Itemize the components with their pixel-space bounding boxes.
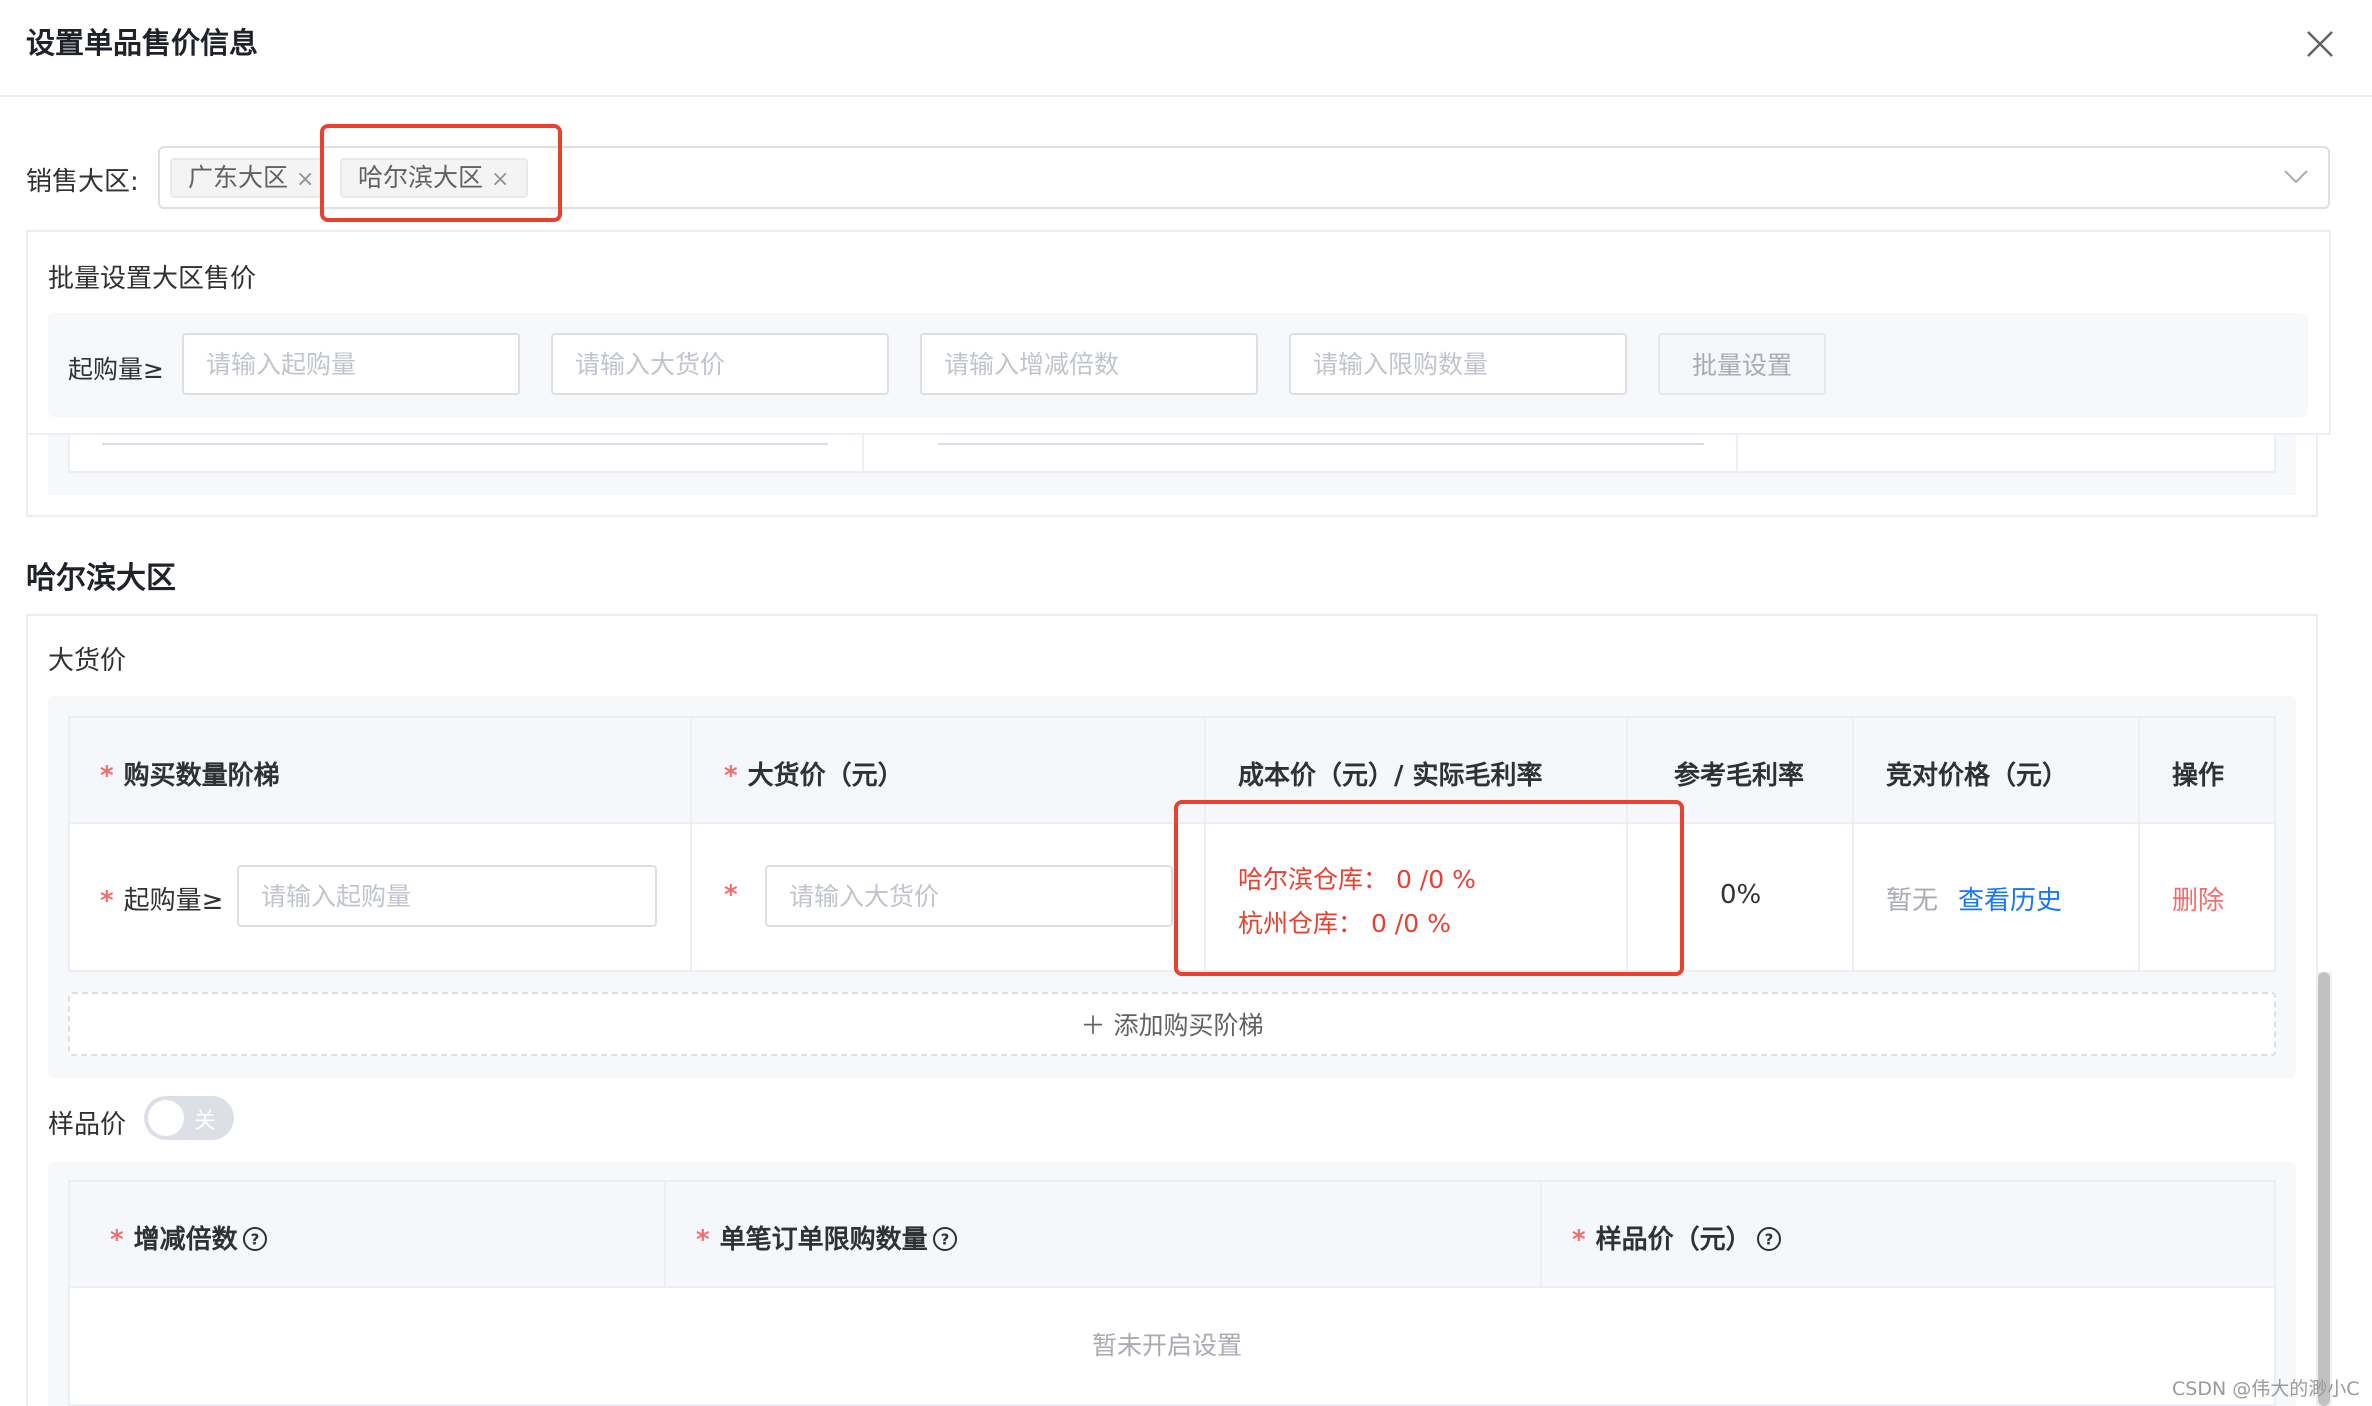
sample-row-divider [70, 1286, 2274, 1288]
switch-knob [148, 1100, 184, 1136]
sample-price-label: 样品价 [48, 1110, 127, 1140]
dialog-title: 设置单品售价信息 [26, 26, 259, 60]
view-history-link[interactable]: 查看历史 [1958, 880, 2062, 917]
add-tier-button[interactable]: ＋ 添加购买阶梯 [68, 992, 2276, 1056]
header-action: 操作 [2172, 761, 2225, 791]
ref-margin-value: 0% [1720, 880, 1762, 910]
sample-price-switch[interactable]: 关 [144, 1096, 234, 1140]
header-limit: * 单笔订单限购数量? [696, 1219, 958, 1256]
header-bulk-price: * 大货价（元） [724, 761, 904, 791]
watermark: CSDN @伟大的渺小C [2172, 1378, 2360, 1400]
batch-limit-qty-input[interactable] [1289, 333, 1627, 395]
header-ref-margin: 参考毛利率 [1674, 761, 1805, 791]
header-cost: 成本价（元）/ 实际毛利率 [1238, 761, 1543, 791]
required-mark: * [1572, 1225, 1586, 1255]
batch-bulk-price-input[interactable] [551, 333, 889, 395]
bulk-price-title: 大货价 [48, 646, 127, 676]
tier-label: * 起购量≥ [100, 886, 224, 916]
required-mark: * [696, 1225, 710, 1255]
delete-link[interactable]: 删除 [2172, 880, 2224, 917]
chevron-down-icon[interactable] [2282, 166, 2310, 188]
table-col-line [690, 718, 692, 970]
previous-input-edge [102, 435, 828, 445]
price-required-mark: * [724, 880, 738, 910]
required-mark: * [724, 761, 738, 791]
batch-set-button[interactable]: 批量设置 [1658, 333, 1826, 395]
batch-min-qty-input[interactable] [182, 333, 520, 395]
highlight-box-region-tag [320, 124, 562, 222]
region-label: 销售大区: [26, 167, 139, 197]
region-tag-guangdong: 广东大区 × [170, 158, 322, 198]
scrollbar-thumb[interactable] [2318, 972, 2330, 1406]
previous-input-edge [938, 435, 1704, 445]
batch-title: 批量设置大区售价 [48, 264, 257, 294]
batch-multiplier-input[interactable] [920, 333, 1258, 395]
required-mark: * [100, 886, 114, 916]
required-mark: * [110, 1225, 124, 1255]
table-col-line [1852, 718, 1854, 970]
required-mark: * [100, 761, 114, 791]
sample-col-line [664, 1182, 666, 1286]
region-section-title: 哈尔滨大区 [26, 561, 176, 596]
svg-text:?: ? [250, 1231, 259, 1249]
header-competitor: 竞对价格（元） [1886, 761, 2069, 791]
header-sample-price: * 样品价（元）? [1572, 1219, 1782, 1256]
close-icon[interactable] [2300, 24, 2340, 64]
header-tier: * 购买数量阶梯 [100, 761, 280, 791]
table-col-line [2138, 718, 2140, 970]
batch-min-qty-label: 起购量≥ [68, 355, 164, 384]
region-tag-label: 广东大区 [188, 163, 289, 192]
header-multiplier: * 增减倍数? [100, 1219, 268, 1256]
question-circle-icon[interactable]: ? [242, 1226, 268, 1252]
table-row-divider [70, 822, 2274, 824]
previous-table-col-line [862, 435, 864, 473]
competitor-none: 暂无 [1886, 886, 1939, 916]
question-circle-icon[interactable]: ? [1756, 1226, 1782, 1252]
question-circle-icon[interactable]: ? [932, 1226, 958, 1252]
sample-col-line [1540, 1182, 1542, 1286]
tier-min-qty-input[interactable] [237, 865, 657, 927]
sample-header-row [70, 1182, 2274, 1286]
highlight-box-cost [1174, 800, 1684, 976]
bulk-price-input[interactable] [765, 865, 1173, 927]
sample-empty-text: 暂未开启设置 [1092, 1331, 1243, 1360]
header-divider [0, 95, 2372, 97]
switch-text: 关 [194, 1109, 217, 1134]
svg-text:?: ? [1764, 1231, 1773, 1249]
svg-text:?: ? [940, 1231, 949, 1249]
tag-close-icon[interactable]: × [296, 167, 314, 192]
previous-table-col-line [1736, 435, 1738, 473]
